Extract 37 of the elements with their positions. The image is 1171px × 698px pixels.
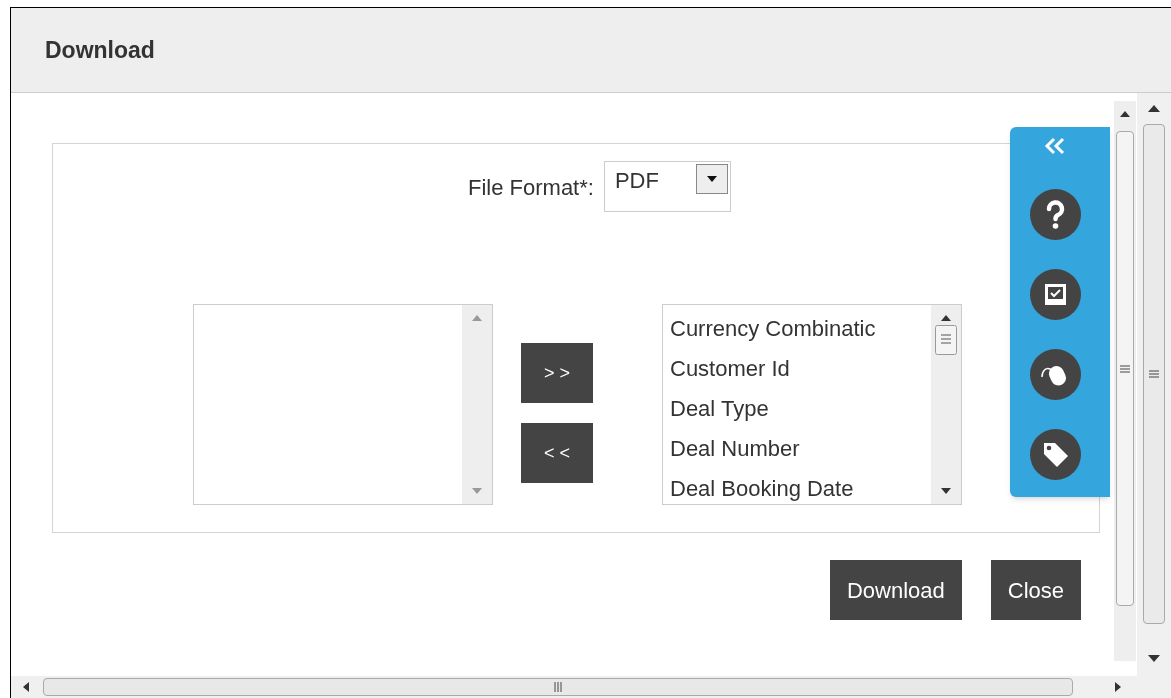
list-scrollbar[interactable] [931,305,961,504]
dialog-title: Download [45,35,155,65]
list-item[interactable]: Currency Combinatic [670,309,931,349]
scroll-thumb[interactable] [1116,131,1134,606]
list-item[interactable]: Customer Id [670,349,931,389]
selected-fields-list[interactable]: Currency Combinatic Customer Id Deal Type Deal Number Deal Booking Date [662,304,962,505]
grip-icon [1149,369,1159,379]
available-fields-list[interactable] [193,304,493,505]
scroll-thumb[interactable] [43,678,1073,696]
checkbox-tray-icon[interactable] [1029,269,1081,320]
scroll-left-icon[interactable] [23,682,29,692]
grip-icon [1120,363,1130,374]
tag-icon[interactable] [1029,429,1081,480]
scroll-thumb[interactable] [935,325,957,355]
collapse-icon[interactable] [1044,137,1066,155]
move-button[interactable]: > > [521,343,593,403]
scroll-thumb[interactable] [1143,124,1165,624]
action-button[interactable]: Download [829,560,962,620]
file-format-select[interactable]: PDF [603,161,731,212]
scroll-right-icon[interactable] [1115,682,1121,692]
scroll-down-icon[interactable] [941,488,951,494]
help-icon[interactable] [1029,189,1081,240]
scroll-up-icon[interactable] [1148,105,1160,112]
grip-icon [553,682,563,692]
scroll-up-icon[interactable] [941,315,951,321]
field-label: File Format*: [468,174,594,202]
list-item[interactable]: Deal Booking Date [670,469,931,504]
list-item[interactable]: Deal Number [670,429,931,469]
mouse-icon[interactable] [1029,349,1081,400]
outer-scrollbar[interactable] [1137,93,1171,676]
horizontal-scrollbar[interactable] [11,676,1171,698]
move-button[interactable]: < < [521,423,593,483]
action-button[interactable]: Close [990,560,1081,620]
scroll-up-icon[interactable] [1120,111,1130,117]
inner-scrollbar[interactable] [1114,101,1136,661]
list-item[interactable]: Deal Type [670,389,931,429]
scroll-down-icon[interactable] [1148,655,1160,662]
